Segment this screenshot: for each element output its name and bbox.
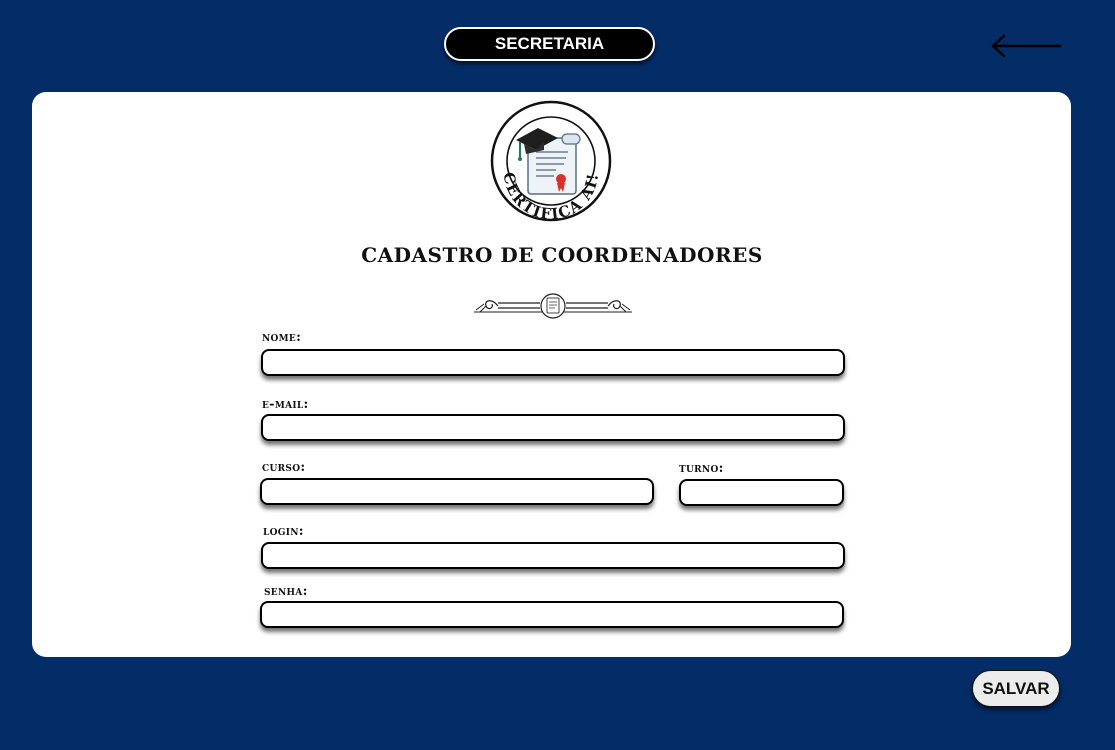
page-title-pill: SECRETARIA (444, 27, 655, 61)
form-title: CADASTRO DE COORDENADORES (361, 243, 763, 267)
logo: CERTIFICA AI! (490, 100, 612, 223)
curso-label: curso: (262, 460, 306, 475)
email-input[interactable] (261, 414, 845, 441)
senha-label: senha: (264, 584, 308, 599)
arrow-left-icon (991, 34, 1061, 58)
save-button-label: SALVAR (982, 678, 1050, 698)
turno-input[interactable] (679, 479, 844, 506)
login-label: login: (263, 524, 304, 539)
turno-label: turno: (679, 461, 724, 476)
senha-input[interactable] (260, 601, 844, 628)
nome-label: nome: (262, 330, 302, 345)
back-button[interactable] (988, 32, 1064, 60)
divider-ornament-icon (474, 293, 632, 319)
nome-input[interactable] (261, 349, 845, 376)
email-label: e-mail: (262, 397, 309, 412)
form-card: CERTIFICA AI! CADASTRO DE COORDENADORES … (32, 92, 1071, 657)
page-title: SECRETARIA (494, 34, 605, 53)
curso-input[interactable] (260, 478, 654, 505)
save-button[interactable]: SALVAR (972, 670, 1060, 707)
certificate-diploma-icon: CERTIFICA AI! (490, 100, 612, 223)
divider-ornament (472, 292, 634, 320)
login-input[interactable] (261, 542, 845, 569)
